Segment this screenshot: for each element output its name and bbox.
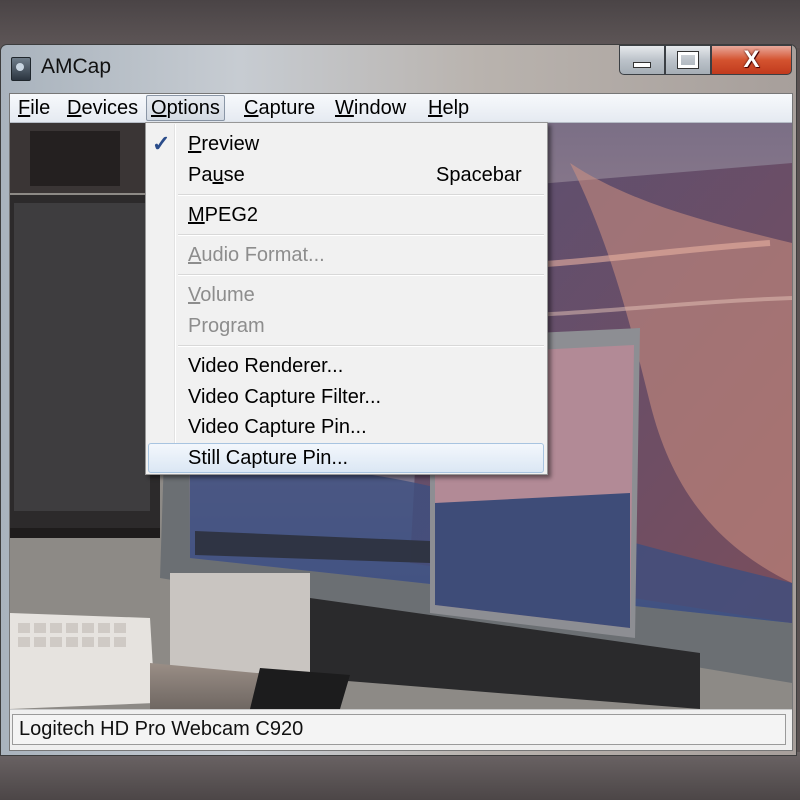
pause-shortcut: Spacebar	[436, 164, 522, 186]
desktop-backdrop-top	[0, 0, 800, 48]
preview-post: review	[201, 133, 260, 155]
menu-help-accel: H	[428, 97, 443, 119]
status-bar: Logitech HD Pro Webcam C920	[10, 709, 792, 750]
close-icon: X	[743, 46, 760, 73]
menu-item-preview[interactable]: Preview	[188, 133, 259, 156]
menu-devices-accel: D	[67, 97, 82, 119]
menu-capture[interactable]: Capture	[240, 96, 319, 120]
menu-file[interactable]: File	[14, 96, 54, 120]
audio-format-post: udio Format...	[201, 244, 325, 266]
menu-item-video-capture-pin[interactable]: Video Capture Pin...	[188, 416, 367, 439]
menu-file-label: ile	[30, 97, 51, 119]
menu-window[interactable]: Window	[331, 96, 410, 120]
volume-post: olume	[200, 284, 255, 306]
menu-bar: File Devices Options Capture Window Help	[10, 94, 792, 123]
menu-devices-label: evices	[81, 97, 139, 119]
desktop-backdrop-bottom	[0, 752, 800, 800]
menu-separator	[178, 234, 544, 236]
menu-item-video-renderer[interactable]: Video Renderer...	[188, 355, 343, 378]
menu-item-volume: Volume	[188, 284, 255, 307]
checkmark-icon: ✓	[152, 131, 171, 156]
minimize-icon	[633, 62, 651, 68]
menu-separator	[178, 345, 544, 347]
menu-window-accel: W	[335, 97, 354, 119]
menu-window-label: indow	[353, 97, 407, 119]
menu-devices[interactable]: Devices	[63, 96, 142, 120]
mpeg2-accel: M	[188, 204, 205, 226]
menu-item-mpeg2[interactable]: MPEG2	[188, 204, 258, 227]
menu-gutter	[174, 124, 176, 473]
menu-item-still-capture-pin[interactable]: Still Capture Pin...	[188, 447, 348, 470]
app-camera-icon[interactable]	[11, 57, 31, 81]
menu-item-program: Program	[188, 315, 265, 338]
mpeg2-post: PEG2	[204, 204, 259, 226]
volume-accel: V	[188, 284, 201, 306]
pause-accel: u	[212, 164, 224, 186]
menu-capture-label: apture	[258, 97, 316, 119]
close-button[interactable]: X	[711, 45, 792, 75]
program-accel: g	[219, 315, 231, 337]
menu-help[interactable]: Help	[424, 96, 473, 120]
menu-options-accel: O	[151, 97, 167, 119]
minimize-button[interactable]	[619, 45, 665, 75]
options-dropdown-menu: ✓ Preview Pause Spacebar MPEG2 Audio For…	[145, 122, 548, 475]
pause-post: se	[223, 164, 245, 186]
menu-item-pause[interactable]: Pause	[188, 164, 245, 187]
audio-format-accel: A	[188, 244, 202, 266]
maximize-button[interactable]	[665, 45, 711, 75]
program-pre: Pro	[188, 315, 220, 337]
menu-item-audio-format: Audio Format...	[188, 244, 325, 267]
menu-options[interactable]: Options	[146, 95, 225, 121]
pause-pre: Pa	[188, 164, 213, 186]
title-bar[interactable]: AMCap X	[1, 45, 796, 89]
menu-item-video-capture-filter[interactable]: Video Capture Filter...	[188, 386, 381, 409]
program-post: ram	[230, 315, 265, 337]
window-title: AMCap	[41, 55, 112, 78]
menu-capture-accel: C	[244, 97, 259, 119]
status-panel: Logitech HD Pro Webcam C920	[12, 714, 786, 745]
maximize-icon	[677, 51, 699, 69]
preview-accel: P	[188, 133, 202, 155]
menu-file-accel: F	[18, 97, 31, 119]
menu-options-label: ptions	[166, 97, 220, 119]
menu-separator	[178, 194, 544, 196]
menu-separator	[178, 274, 544, 276]
device-status-text: Logitech HD Pro Webcam C920	[19, 718, 304, 740]
menu-help-label: elp	[442, 97, 470, 119]
